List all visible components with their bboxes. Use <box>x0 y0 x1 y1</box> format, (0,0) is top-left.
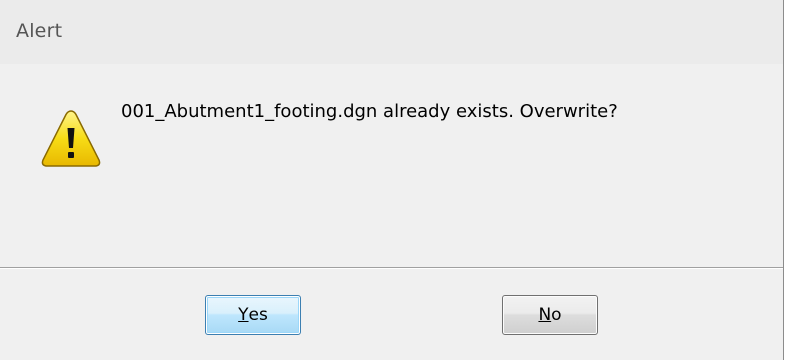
yes-button[interactable]: Yes <box>205 295 301 335</box>
yes-mnemonic: Y <box>238 305 249 325</box>
alert-message: 001_Abutment1_footing.dgn already exists… <box>121 101 618 122</box>
no-button[interactable]: No <box>502 295 598 335</box>
no-mnemonic: N <box>538 305 552 325</box>
no-label-rest: o <box>551 305 562 325</box>
yes-label-rest: es <box>248 305 268 325</box>
button-bar <box>0 269 783 360</box>
title-bar[interactable]: Alert <box>0 0 783 64</box>
window-title: Alert <box>16 20 63 42</box>
alert-dialog: Alert 001_Abutment1_footing.dgn already … <box>0 0 784 360</box>
dialog-content <box>0 64 783 267</box>
warning-icon <box>41 110 101 167</box>
